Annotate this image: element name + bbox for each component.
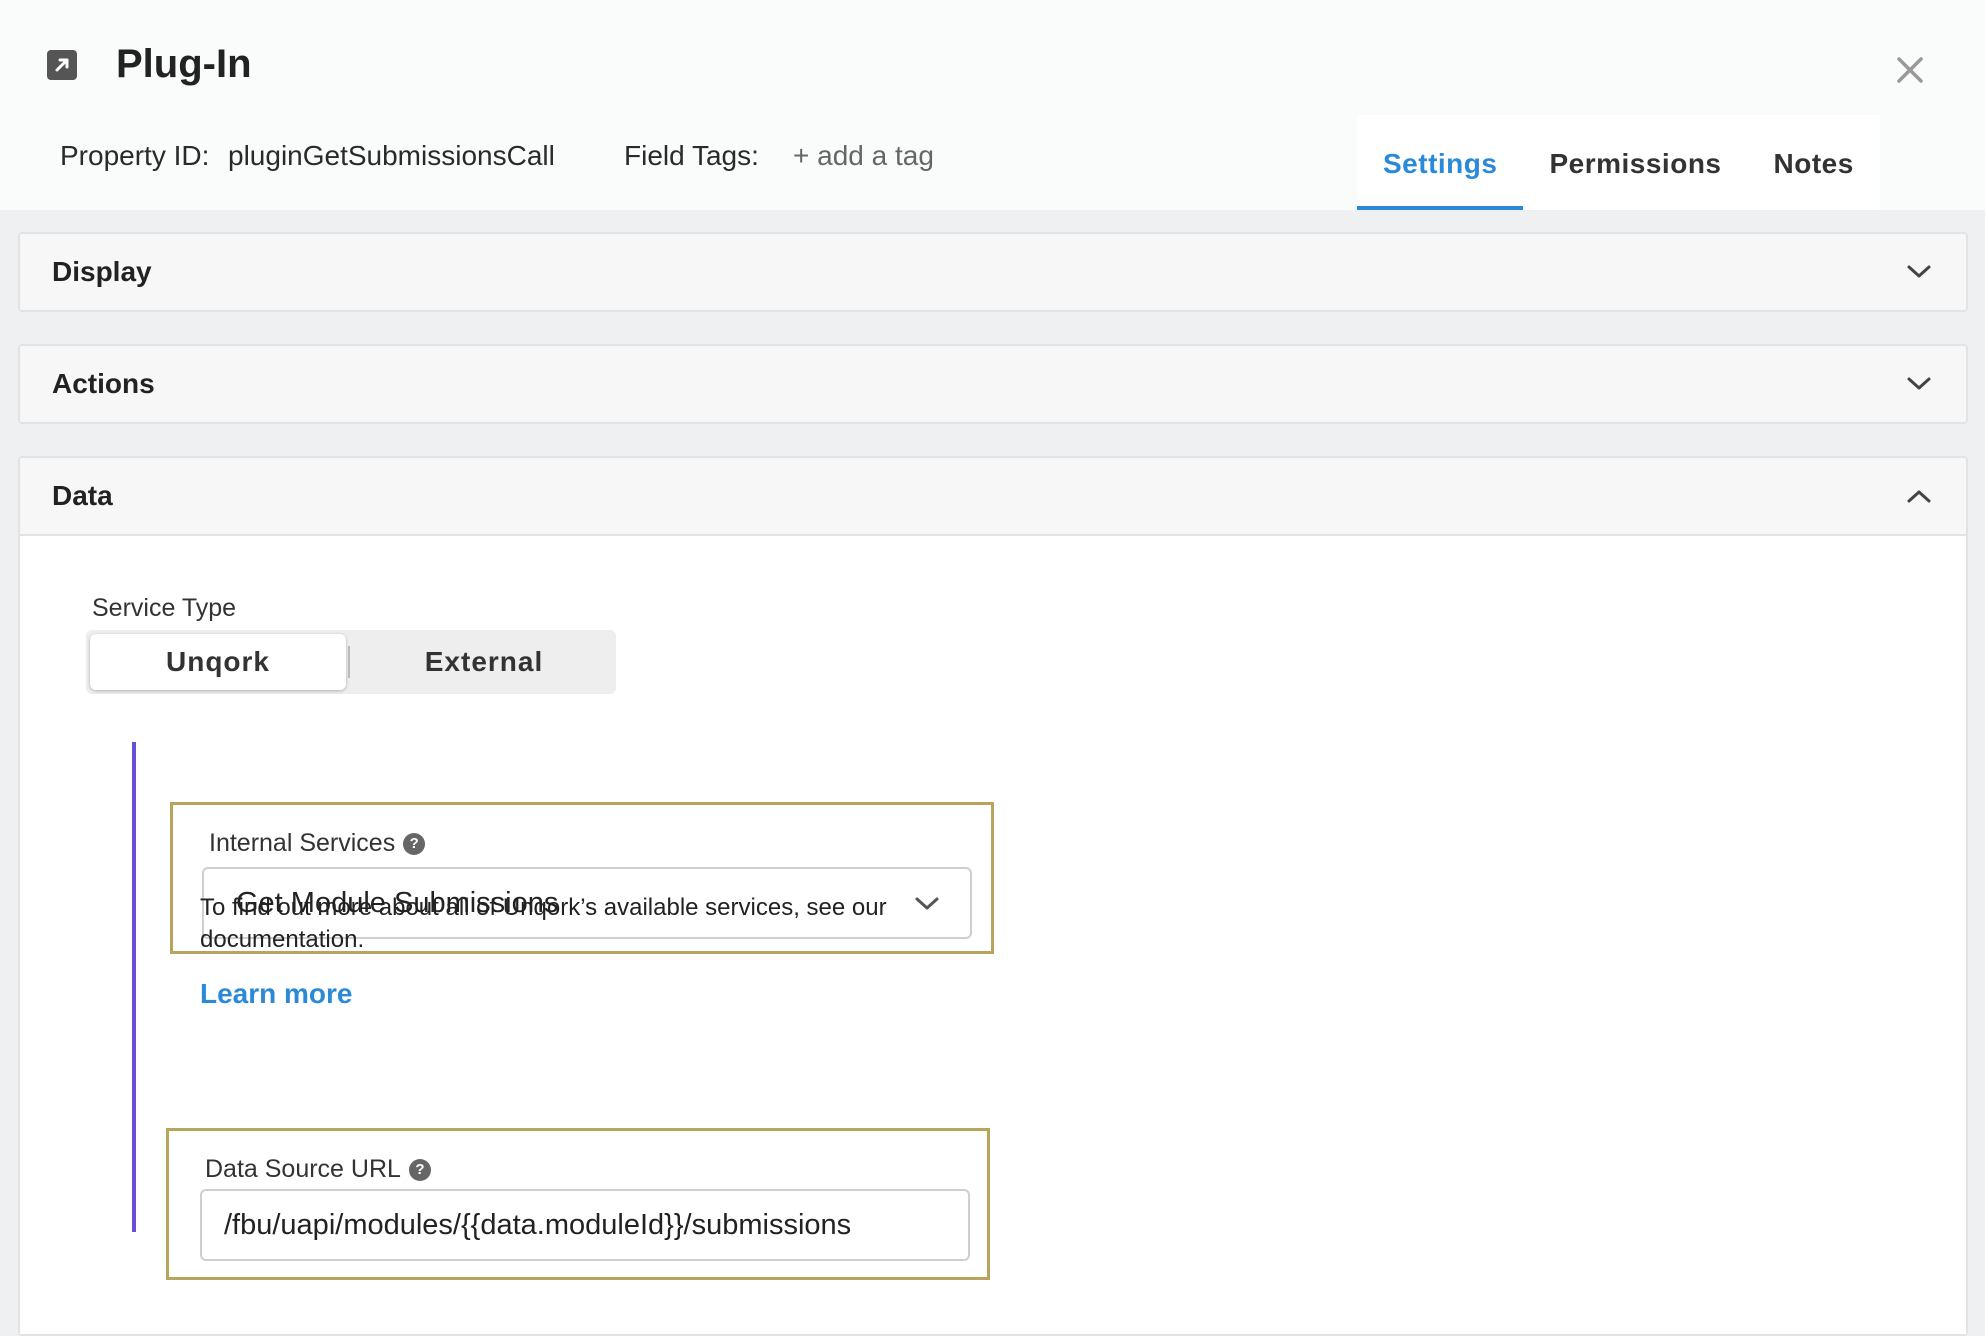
data-source-url-label-row: Data Source URL ? — [205, 1155, 431, 1184]
data-source-url-input[interactable]: /fbu/uapi/modules/{{data.moduleId}}/subm… — [200, 1189, 970, 1261]
data-panel-body: Service Type Unqork External Internal Se… — [20, 534, 1966, 1334]
add-tag-link[interactable]: + add a tag — [793, 140, 934, 172]
chevron-down-icon — [1902, 367, 1936, 401]
close-icon[interactable] — [1890, 50, 1930, 90]
tab-bar: Settings Permissions Notes — [1357, 115, 1880, 210]
services-help-text: To find out more about all of Unqork’s a… — [200, 894, 887, 953]
chevron-down-icon — [1902, 255, 1936, 289]
service-type-unqork-option[interactable]: Unqork — [90, 634, 346, 690]
property-id-label: Property ID: — [60, 140, 210, 171]
data-source-url-value: /fbu/uapi/modules/{{data.moduleId}}/subm… — [224, 1208, 852, 1241]
help-icon[interactable]: ? — [408, 1158, 431, 1181]
toggle-divider — [348, 646, 350, 678]
nested-fields-rail — [132, 742, 136, 1232]
data-source-url-highlight: Data Source URL ? /fbu/uapi/modules/{{da… — [166, 1128, 990, 1280]
internal-services-label: Internal Services — [209, 829, 396, 857]
data-source-url-label: Data Source URL — [205, 1155, 401, 1183]
tab-permissions[interactable]: Permissions — [1523, 115, 1747, 210]
dialog-title: Plug-In — [116, 42, 252, 86]
help-icon[interactable]: ? — [403, 832, 426, 855]
actions-panel: Actions — [18, 344, 1968, 424]
property-id-value: pluginGetSubmissionsCall — [228, 140, 555, 171]
tab-settings[interactable]: Settings — [1357, 115, 1524, 210]
data-panel-header[interactable]: Data — [20, 458, 1966, 534]
dialog-header: Plug-In Property ID: pluginGetSubmission… — [0, 0, 1985, 210]
internal-services-label-row: Internal Services ? — [209, 829, 426, 858]
external-link-icon — [47, 50, 77, 80]
field-tags-label: Field Tags: — [624, 140, 759, 171]
data-panel: Data Service Type Unqork External Intern… — [18, 456, 1968, 1336]
tab-notes[interactable]: Notes — [1748, 115, 1880, 210]
learn-more-link[interactable]: Learn more — [200, 978, 353, 1010]
actions-panel-title: Actions — [52, 368, 155, 399]
service-type-toggle: Unqork External — [86, 630, 616, 694]
actions-panel-header[interactable]: Actions — [20, 346, 1966, 422]
chevron-up-icon — [1902, 479, 1936, 513]
display-panel-header[interactable]: Display — [20, 234, 1966, 310]
service-type-external-option[interactable]: External — [352, 634, 616, 690]
service-type-label: Service Type — [92, 594, 237, 622]
display-panel-title: Display — [52, 256, 152, 287]
data-panel-title: Data — [52, 480, 113, 511]
display-panel: Display — [18, 232, 1968, 312]
